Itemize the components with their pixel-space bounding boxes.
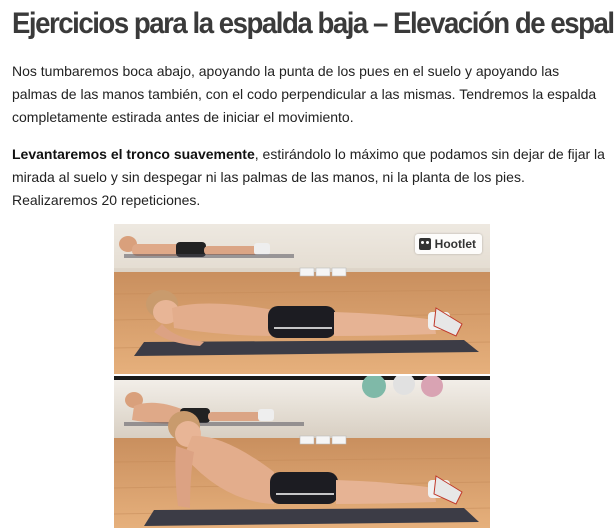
owl-icon [418, 238, 431, 250]
hootlet-label: Hootlet [434, 237, 476, 251]
exercise-photo-raised [114, 376, 490, 528]
article-title: Ejercicios para la espalda baja – Elevac… [12, 7, 614, 40]
exercise-photo-raised-illustration [114, 376, 490, 528]
hootlet-share-button[interactable]: Hootlet [414, 234, 482, 254]
instruction-paragraph-1: Nos tumbaremos boca abajo, apoyando la p… [12, 63, 597, 125]
instruction-paragraph-2: Levantaremos el tronco suavemente, estir… [12, 143, 608, 212]
exercise-photo-start: Hootlet [114, 224, 490, 374]
highlight-text: Levantaremos el tronco suavemente [12, 146, 255, 162]
